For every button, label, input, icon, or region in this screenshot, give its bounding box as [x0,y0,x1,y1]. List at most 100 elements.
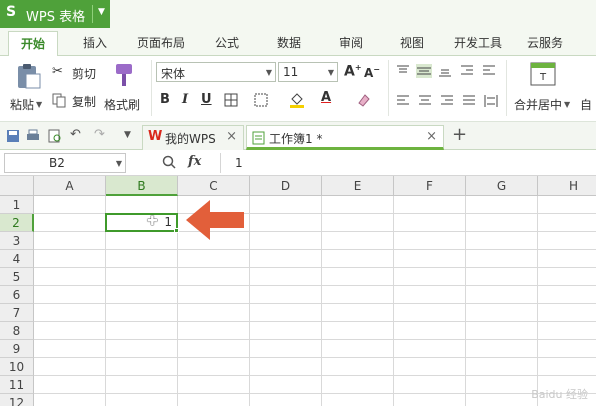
zoom-icon[interactable] [162,155,176,169]
tab-home[interactable]: 开始 [8,31,59,57]
copy-button[interactable]: 复制 [52,92,102,110]
font-size-select[interactable]: 11 ▼ [278,62,338,82]
undo-icon[interactable]: ↶ [70,127,81,142]
fill-color-icon[interactable] [289,91,305,109]
column-header[interactable]: H [538,176,596,196]
fill-handle[interactable] [174,228,179,233]
borders-icon[interactable] [224,93,238,107]
tab-developer[interactable]: 开发工具 [454,34,502,51]
grid-line [34,321,596,322]
italic-button[interactable]: I [182,92,188,107]
customize-toolbar-icon[interactable]: ▼ [124,130,131,140]
clipboard-icon [18,64,41,89]
align-top-icon[interactable] [396,64,410,78]
column-header[interactable]: B [106,176,178,196]
cut-label: 剪切 [72,67,97,81]
active-cell-b2[interactable]: 1 ✚ [105,213,178,232]
row-header[interactable]: 12 [0,394,34,406]
font-color-icon[interactable]: A [321,90,331,105]
grid-line [34,357,596,358]
tab-cloud-services[interactable]: 云服务 [527,34,563,51]
row-header[interactable]: 4 [0,250,34,268]
save-icon[interactable] [6,129,20,143]
tab-page-layout[interactable]: 页面布局 [137,34,185,51]
row-header[interactable]: 7 [0,304,34,322]
print-icon[interactable] [26,129,40,143]
distributed-align-icon[interactable] [484,94,498,108]
wps-spreadsheet-window: S WPS 表格 ▼ 开始 插入 页面布局 公式 数据 审阅 视图 开发工具 云… [0,0,596,406]
column-header[interactable]: A [34,176,106,196]
auto-wrap-button[interactable]: 自 [578,58,596,118]
merge-center-button[interactable]: T 合并居中 ▼ [510,58,576,118]
justify-icon[interactable] [462,94,476,108]
cell-style-icon[interactable] [254,93,268,107]
doc-tab-my-wps[interactable]: W 我的WPS × [142,125,244,150]
tab-data[interactable]: 数据 [277,34,301,51]
spreadsheet-grid[interactable]: A B C D E F G H 1 2 3 4 5 6 7 8 9 10 11 12 1 ✚ [0,176,596,406]
chevron-down-icon: ▼ [115,159,122,168]
close-icon[interactable]: × [226,129,237,144]
tab-formulas[interactable]: 公式 [215,34,239,51]
app-menu-button[interactable]: S WPS 表格 ▼ [0,0,110,28]
tab-insert[interactable]: 插入 [83,34,107,51]
clear-format-icon[interactable] [357,93,371,107]
increase-indent-icon[interactable] [482,64,496,78]
align-left-icon[interactable] [396,94,410,108]
redo-icon[interactable]: ↷ [94,127,105,142]
spreadsheet-file-icon [252,131,265,145]
row-header[interactable]: 8 [0,322,34,340]
decrease-indent-icon[interactable] [460,64,474,78]
name-box[interactable]: B2 ▼ [4,153,126,173]
column-header[interactable]: D [250,176,322,196]
scissors-icon: ✂ [52,64,63,79]
column-header[interactable]: G [466,176,538,196]
grid-line [34,393,596,394]
row-header[interactable]: 11 [0,376,34,394]
align-bottom-icon[interactable] [438,64,452,78]
row-header[interactable]: 5 [0,268,34,286]
format-painter-button[interactable]: 格式刷 [104,58,146,118]
insert-function-button[interactable]: fx [188,154,201,169]
ribbon-separator [388,60,389,116]
row-header[interactable]: 2 [0,214,34,232]
doc-tab-workbook1[interactable]: 工作簿1 * × [246,125,444,150]
tab-view[interactable]: 视图 [400,34,424,51]
align-center-icon[interactable] [418,94,432,108]
tab-review[interactable]: 审阅 [339,34,363,51]
align-right-icon[interactable] [440,94,454,108]
select-all-corner[interactable] [0,176,34,196]
font-family-value: 宋体 [161,67,186,81]
bold-button[interactable]: B [160,92,170,107]
quick-access-toolbar: ↶ ↷ ▼ W 我的WPS × 工作簿1 * × + [0,122,596,150]
column-header[interactable]: E [322,176,394,196]
row-header[interactable]: 3 [0,232,34,250]
row-header[interactable]: 6 [0,286,34,304]
row-header[interactable]: 1 [0,196,34,214]
ribbon-home: 粘贴 ▼ ✂ 剪切 复制 格式刷 宋体 ▼ 11 ▼ A+ A− B I U A… [0,56,596,122]
new-tab-button[interactable]: + [452,124,467,145]
caret-down-icon[interactable]: ▼ [98,7,105,17]
font-family-select[interactable]: 宋体 ▼ [156,62,276,82]
paste-caret-icon: ▼ [36,100,43,109]
row-header[interactable]: 9 [0,340,34,358]
underline-button[interactable]: U [201,92,212,107]
close-icon[interactable]: × [426,129,437,144]
row-header[interactable]: 10 [0,358,34,376]
grid-line [34,375,596,376]
grid-line [34,267,596,268]
decrease-font-size-icon[interactable]: A− [364,65,380,80]
auto-wrap-label: 自 [580,98,593,112]
column-header[interactable]: F [394,176,466,196]
align-middle-icon[interactable] [416,64,432,78]
increase-font-size-icon[interactable]: A+ [344,63,362,80]
print-preview-icon[interactable] [48,129,62,143]
copy-icon [52,93,66,108]
name-box-value: B2 [49,156,65,170]
cut-button[interactable]: ✂ 剪切 [52,64,102,82]
paste-button[interactable]: 粘贴 ▼ [8,58,52,118]
pointer-arrow-icon [186,200,244,240]
formula-input[interactable]: 1 [220,153,594,173]
watermark: Baidu 经验 [531,388,588,401]
column-header[interactable]: C [178,176,250,196]
chevron-down-icon: ▼ [265,68,272,77]
